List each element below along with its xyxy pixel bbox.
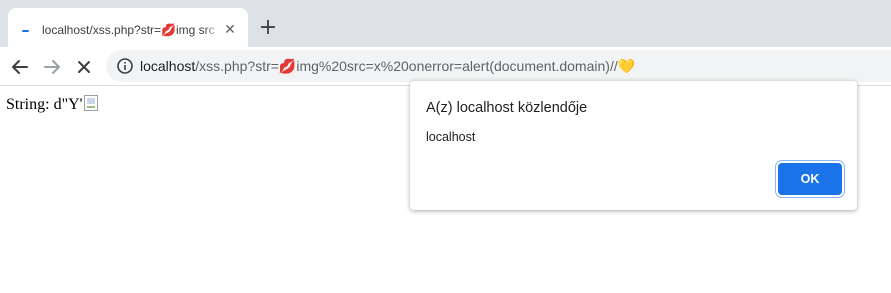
info-icon[interactable] (116, 57, 134, 75)
new-tab-button[interactable]: + (256, 16, 280, 40)
ok-button[interactable]: OK (778, 163, 842, 195)
alert-dialog: A(z) localhost közlendője localhost OK (410, 81, 857, 210)
close-icon[interactable]: ✕ (222, 22, 238, 38)
loading-spinner-icon (22, 30, 29, 32)
dialog-message: localhost (426, 130, 476, 144)
stop-button[interactable] (72, 55, 96, 79)
back-button[interactable] (8, 55, 32, 79)
page-string-text: String: d"Y' (6, 96, 83, 113)
browser-tab[interactable]: localhost/xss.php?str=💋img src ✕ (8, 8, 248, 47)
page-string-line: String: d"Y' (6, 95, 98, 114)
tab-title-fade (204, 18, 222, 38)
plus-icon: + (258, 15, 278, 40)
address-bar[interactable]: localhost/xss.php?str=💋img%20src=x%20one… (106, 50, 891, 82)
tab-title: localhost/xss.php?str=💋img src (42, 23, 215, 37)
arrow-left-icon (12, 60, 28, 74)
forward-button[interactable] (40, 55, 64, 79)
broken-image-icon (83, 95, 98, 111)
url-text[interactable]: localhost/xss.php?str=💋img%20src=x%20one… (140, 58, 635, 75)
url-path: /xss.php?str=💋img%20src=x%20onerror=aler… (195, 58, 636, 74)
dialog-title: A(z) localhost közlendője (426, 100, 588, 116)
tab-strip: localhost/xss.php?str=💋img src ✕ + (0, 0, 891, 47)
arrow-right-icon (44, 60, 60, 74)
url-host: localhost (140, 58, 196, 74)
close-icon (78, 61, 90, 73)
